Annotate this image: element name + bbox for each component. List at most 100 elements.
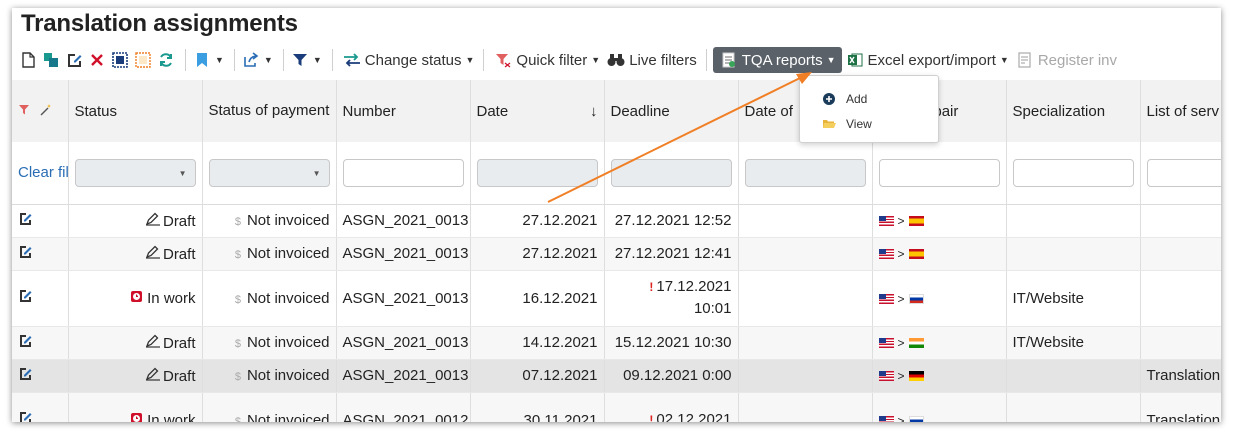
status-label: In work — [147, 411, 196, 423]
column-header-status-payment[interactable]: Status of payment — [202, 80, 337, 142]
caret-down-icon: ▼ — [999, 55, 1009, 65]
row-edit-cell[interactable] — [12, 359, 69, 393]
change-status-icon — [342, 50, 362, 70]
filter-specialization-cell — [1006, 142, 1141, 205]
change-status-button[interactable]: Change status ▼ — [339, 47, 478, 73]
column-header-services[interactable]: List of serv — [1140, 80, 1221, 142]
filter-payment-select[interactable]: ▼ — [208, 158, 330, 187]
row-edit-cell[interactable] — [12, 270, 69, 327]
table-row[interactable]: Draft $ Not invoiced ASGN_2021_0013 27.12.20… — [12, 204, 1221, 238]
register-invoice-button[interactable]: Register inv — [1012, 47, 1120, 73]
filter-deadline-input[interactable] — [610, 158, 732, 187]
deadline-cell: ! 17.12.2021 10:01 — [604, 270, 739, 327]
table-row[interactable]: In work $ Not invoiced ASGN_2021_0012 30.11.… — [12, 392, 1221, 422]
payment-label: Not invoiced — [246, 334, 330, 351]
filter-date-input[interactable] — [476, 158, 598, 187]
column-header-specialization[interactable]: Specialization — [1006, 80, 1141, 142]
table-row[interactable]: In work $ Not invoiced ASGN_2021_0013 16.12.… — [12, 270, 1221, 327]
new-icon[interactable] — [18, 50, 38, 70]
date-of-cell — [738, 392, 873, 422]
date-cell: 07.12.2021 — [470, 359, 605, 393]
date-of-cell — [738, 237, 873, 271]
services-cell: Translation — [1140, 392, 1221, 422]
row-edit-cell[interactable] — [12, 204, 69, 238]
clear-filter-icon[interactable] — [18, 103, 30, 120]
menu-item-view[interactable]: View — [800, 111, 938, 136]
arrow-gt: > — [897, 336, 905, 350]
table-row[interactable]: Draft $ Not invoiced ASGN_2021_0013 14.12.20… — [12, 326, 1221, 360]
invoice-icon: $ — [234, 338, 241, 350]
excel-export-button[interactable]: Excel export/import ▼ — [842, 47, 1012, 73]
filter-number-input[interactable] — [342, 158, 464, 187]
page-title: Translation assignments — [21, 10, 298, 37]
date-cell: 16.12.2021 — [470, 270, 605, 327]
folder-open-icon — [822, 118, 836, 130]
overdue-warning-icon: ! — [649, 280, 654, 294]
status-cell: Draft — [68, 326, 203, 360]
filter-specialization-input[interactable] — [1012, 158, 1134, 187]
clear-filter-link[interactable]: Clear filter — [12, 142, 69, 205]
edit-icon[interactable] — [18, 245, 32, 263]
table-row[interactable]: Draft $ Not invoiced ASGN_2021_0013 07.12.20… — [12, 359, 1221, 393]
filter-icon[interactable] — [290, 50, 310, 70]
edit-icon[interactable] — [18, 412, 32, 422]
tqa-report-icon — [719, 50, 739, 70]
services-cell — [1140, 326, 1221, 360]
share-icon[interactable] — [241, 50, 261, 70]
plus-circle-icon — [822, 92, 836, 105]
arrow-gt: > — [897, 214, 905, 228]
deadline-cell: 15.12.2021 10:30 — [604, 326, 739, 360]
delete-icon[interactable] — [87, 50, 107, 70]
column-header-number[interactable]: Number — [336, 80, 471, 142]
filter-date-of-input[interactable] — [744, 158, 866, 187]
deselect-icon[interactable] — [133, 50, 153, 70]
copy-icon[interactable] — [41, 50, 61, 70]
row-edit-cell[interactable] — [12, 237, 69, 271]
magic-wand-icon[interactable] — [40, 103, 52, 120]
filter-number-cell — [336, 142, 471, 205]
date-of-cell — [738, 326, 873, 360]
toolbar: ▼ ▼ ▼ Change status ▼ Quick filter ▼ Live … — [18, 46, 1221, 74]
row-edit-cell[interactable] — [12, 392, 69, 422]
edit-icon[interactable] — [18, 290, 32, 307]
date-of-cell — [738, 204, 873, 238]
filter-services-input[interactable] — [1146, 158, 1221, 187]
filter-caret-icon[interactable]: ▼ — [313, 55, 322, 65]
pen-icon — [145, 334, 161, 352]
services-cell: Translation — [1140, 359, 1221, 393]
filter-pair-input[interactable] — [878, 158, 1000, 187]
refresh-icon[interactable] — [156, 50, 176, 70]
toolbar-separator — [483, 49, 485, 71]
tqa-reports-button[interactable]: TQA reports ▼ — [712, 47, 842, 73]
invoice-icon: $ — [234, 371, 241, 383]
header-tools-cell — [12, 80, 69, 142]
pen-icon — [145, 367, 161, 385]
edit-icon[interactable] — [64, 50, 84, 70]
date-cell: 27.12.2021 — [470, 237, 605, 271]
filter-deadline-cell — [604, 142, 739, 205]
column-header-date[interactable]: Date ↓ — [470, 80, 605, 142]
status-label: Draft — [162, 367, 196, 385]
menu-item-add[interactable]: Add — [800, 86, 938, 111]
edit-icon[interactable] — [18, 212, 32, 230]
payment-label: Not invoiced — [246, 245, 330, 262]
live-filters-button[interactable]: Live filters — [603, 47, 700, 73]
filter-status-select[interactable]: ▼ — [74, 158, 196, 187]
bookmark-icon[interactable] — [192, 50, 212, 70]
share-caret-icon[interactable]: ▼ — [264, 55, 273, 65]
column-header-deadline[interactable]: Deadline — [604, 80, 739, 142]
deadline-value: 15.12.2021 10:30 — [614, 334, 732, 351]
select-all-icon[interactable] — [110, 50, 130, 70]
language-pair-cell: > — [872, 392, 1007, 422]
column-header-status[interactable]: Status — [68, 80, 203, 142]
specialization-cell — [1006, 392, 1141, 422]
quick-filter-button[interactable]: Quick filter ▼ — [490, 47, 603, 73]
assignments-table: Status Status of payment Number Date ↓ De… — [12, 80, 1221, 422]
edit-icon[interactable] — [18, 334, 32, 352]
edit-icon[interactable] — [18, 367, 32, 385]
row-edit-cell[interactable] — [12, 326, 69, 360]
filter-payment-cell: ▼ — [202, 142, 337, 205]
deadline-date: 02.12.2021 — [656, 411, 732, 422]
table-row[interactable]: Draft $ Not invoiced ASGN_2021_0013 27.12.20… — [12, 237, 1221, 271]
bookmark-caret-icon[interactable]: ▼ — [215, 55, 224, 65]
